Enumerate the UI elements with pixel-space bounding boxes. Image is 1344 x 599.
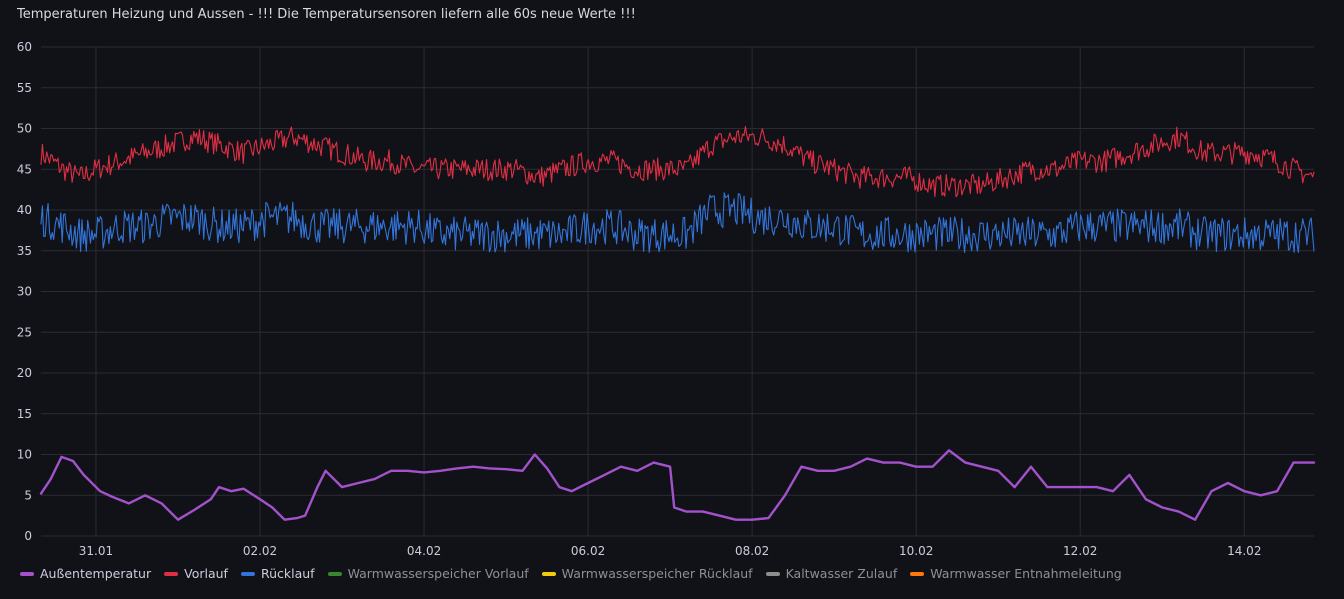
legend-label: Außentemperatur	[40, 566, 152, 581]
x-tick-label: 08.02	[735, 544, 769, 558]
y-tick-label: 15	[17, 407, 32, 421]
legend-label: Rücklauf	[260, 566, 315, 581]
legend-item[interactable]: Rücklauf	[240, 566, 315, 581]
legend-label: Warmwasserspeicher Vorlauf	[347, 566, 529, 581]
legend-swatch-icon	[20, 571, 34, 576]
y-tick-label: 50	[17, 122, 32, 136]
y-tick-label: 5	[24, 488, 32, 502]
legend-label: Warmwasserspeicher Rücklauf	[561, 566, 753, 581]
x-tick-label: 14.02	[1227, 544, 1261, 558]
x-axis: 31.01 02.02 04.02 06.02 08.02 10.02 12.02 14.02	[79, 544, 1262, 558]
legend-item[interactable]: Kaltwasser Zulauf	[765, 566, 898, 581]
legend-item[interactable]: Außentemperatur	[20, 566, 151, 581]
y-tick-label: 55	[17, 81, 32, 95]
x-tick-label: 12.02	[1063, 544, 1097, 558]
chart-grid	[41, 46, 1314, 537]
x-tick-label: 10.02	[899, 544, 933, 558]
x-tick-label: 02.02	[243, 544, 277, 558]
legend-label: Vorlauf	[184, 566, 228, 581]
series-line-2[interactable]	[40, 192, 1315, 253]
series-line-1[interactable]	[40, 126, 1315, 198]
legend-swatch-icon	[765, 571, 780, 576]
x-tick-label: 04.02	[407, 544, 441, 558]
x-tick-label: 31.01	[79, 544, 113, 558]
series-line-0[interactable]	[39, 449, 1316, 521]
y-tick-label: 30	[17, 285, 32, 299]
x-tick-label: 06.02	[571, 544, 605, 558]
legend-swatch-icon	[327, 571, 342, 576]
legend-swatch-icon	[164, 571, 179, 576]
y-tick-label: 0	[24, 529, 32, 543]
line-chart[interactable]: 0 5 10 15 20 25 30 35 40 45 50 55 60 31.01 02.02 04.02…	[0, 0, 1344, 560]
y-tick-label: 60	[17, 40, 32, 54]
y-tick-label: 20	[17, 366, 32, 380]
y-tick-label: 25	[17, 325, 32, 339]
y-tick-label: 35	[17, 244, 32, 258]
legend-item[interactable]: Warmwasser Entnahmeleitung	[910, 566, 1122, 581]
y-tick-label: 45	[17, 162, 32, 176]
y-axis: 0 5 10 15 20 25 30 35 40 45 50 55 60	[17, 40, 32, 543]
legend-swatch-icon	[910, 571, 925, 576]
series-lines	[39, 126, 1316, 521]
legend-swatch-icon	[541, 571, 556, 576]
y-tick-label: 40	[17, 203, 32, 217]
chart-legend: Außentemperatur Vorlauf Rücklauf Warmwasser…	[20, 566, 1122, 581]
legend-item[interactable]: Warmwasserspeicher Rücklauf	[541, 566, 753, 581]
legend-label: Kaltwasser Zulauf	[785, 566, 898, 581]
legend-item[interactable]: Vorlauf	[164, 566, 228, 581]
legend-swatch-icon	[240, 571, 255, 576]
legend-label: Warmwasser Entnahmeleitung	[930, 566, 1122, 581]
y-tick-label: 10	[17, 448, 32, 462]
legend-item[interactable]: Warmwasserspeicher Vorlauf	[327, 566, 529, 581]
